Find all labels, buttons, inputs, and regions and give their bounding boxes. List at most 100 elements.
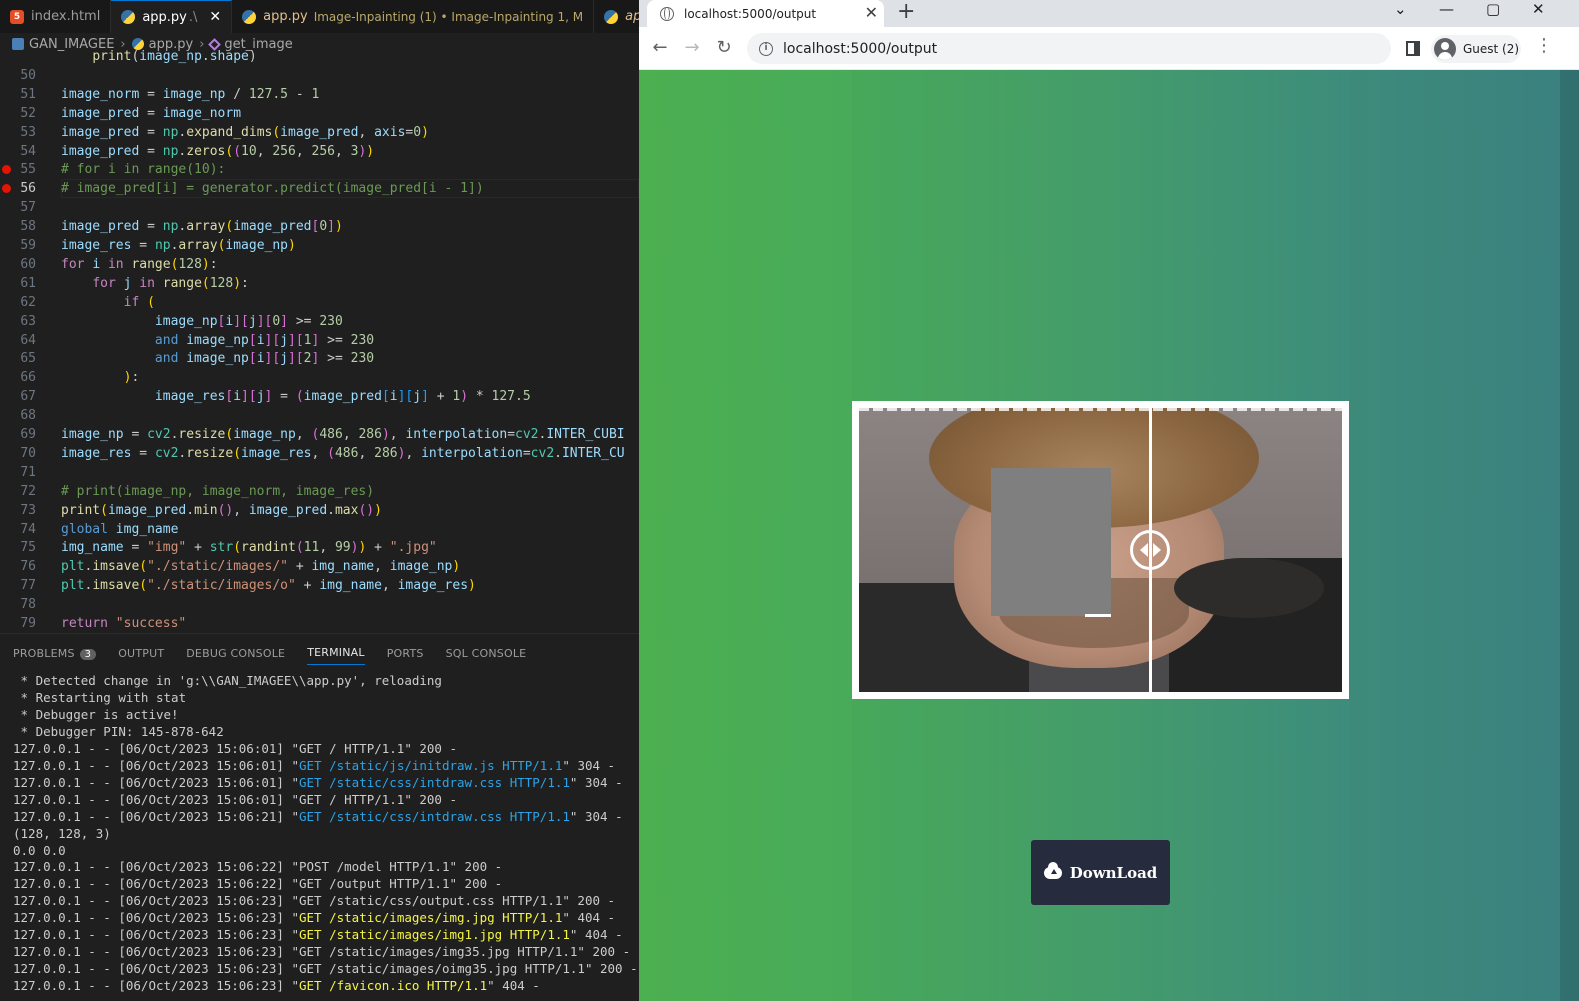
terminal-output[interactable]: * Detected change in 'g:\\GAN_IMAGEE\\ap…	[0, 672, 639, 1001]
tab-app-py-inpainting[interactable]: app.py Image-Inpainting (1) • Image-Inpa…	[232, 0, 595, 33]
close-icon[interactable]: ✕	[209, 9, 221, 25]
side-panel-icon[interactable]	[1406, 41, 1420, 56]
line-number: 53	[20, 124, 36, 140]
code-text[interactable]: return "success"	[61, 614, 186, 633]
code-text[interactable]: image_res = cv2.resize(image_res, (486, …	[61, 444, 625, 463]
tab-label: app.py	[263, 9, 308, 24]
code-text[interactable]: # image_pred[i] = generator.predict(imag…	[61, 179, 484, 198]
browser-tab[interactable]: localhost:5000/output ✕	[647, 0, 884, 27]
tab-sql-console[interactable]: SQL CONSOLE	[446, 642, 527, 665]
code-text[interactable]: image_norm = image_np / 127.5 - 1	[61, 85, 319, 104]
code-line[interactable]: 54 image_pred = np.zeros((10, 256, 256, 3…	[0, 142, 639, 161]
line-number: 55	[20, 162, 36, 178]
code-text[interactable]: ):	[61, 368, 140, 387]
code-text[interactable]: image_pred = np.expand_dims(image_pred, …	[61, 123, 429, 142]
forward-arrow-icon[interactable]: →	[681, 37, 703, 58]
code-line[interactable]: 57	[0, 198, 639, 217]
window-close-icon[interactable]: ✕	[1532, 0, 1545, 18]
info-icon[interactable]: i	[759, 41, 773, 56]
code-line[interactable]: 50	[0, 66, 639, 85]
code-line[interactable]: 67 image_res[i][j] = (image_pred[i][j] +…	[0, 387, 639, 406]
line-number: 69	[20, 427, 36, 442]
code-line[interactable]: 58 image_pred = np.array(image_pred[0])	[0, 217, 639, 236]
tab-output[interactable]: OUTPUT	[118, 642, 164, 665]
code-line[interactable]: 68	[0, 406, 639, 425]
new-tab-plus-icon[interactable]: +	[897, 0, 915, 24]
code-line[interactable]: 79 return "success"	[0, 614, 639, 633]
code-text[interactable]: if (	[61, 293, 155, 312]
tab-debug-console[interactable]: DEBUG CONSOLE	[186, 642, 285, 665]
code-line[interactable]: 63 image_np[i][j][0] >= 230	[0, 312, 639, 331]
code-line[interactable]: 56 # image_pred[i] = generator.predict(im…	[0, 179, 639, 199]
request-path-highlight: GET /static/images/img.jpg HTTP/1.1	[298, 910, 563, 926]
code-text[interactable]: and image_np[i][j][2] >= 230	[61, 349, 374, 368]
code-text[interactable]: image_pred = np.zeros((10, 256, 256, 3))	[61, 142, 374, 161]
code-line[interactable]: 53 image_pred = np.expand_dims(image_pred…	[0, 123, 639, 142]
code-line[interactable]: 73 print(image_pred.min(), image_pred.max…	[0, 501, 639, 520]
code-text[interactable]: # print(image_np, image_norm, image_res)	[61, 482, 374, 501]
code-line[interactable]: 76 plt.imsave("./static/images/" + img_na…	[0, 557, 639, 576]
profile-button[interactable]: Guest (2)	[1431, 35, 1521, 63]
tab-index-html[interactable]: 5 index.html	[0, 0, 112, 33]
code-text[interactable]: image_res = np.array(image_np)	[61, 236, 296, 255]
line-number: 79	[20, 616, 36, 631]
code-line[interactable]: 70 image_res = cv2.resize(image_res, (486…	[0, 444, 639, 463]
tab-terminal[interactable]: TERMINAL	[307, 641, 365, 665]
code-text[interactable]: image_res[i][j] = (image_pred[i][j] + 1)…	[61, 387, 531, 406]
code-line[interactable]: 55 # for i in range(10):	[0, 160, 639, 179]
code-line[interactable]: 77 plt.imsave("./static/images/o" + img_n…	[0, 576, 639, 595]
code-text[interactable]: image_np[i][j][0] >= 230	[61, 312, 343, 331]
code-line[interactable]: 62 if (	[0, 293, 639, 312]
code-text[interactable]: image_np = cv2.resize(image_np, (486, 28…	[61, 425, 625, 444]
download-button[interactable]: DownLoad	[1031, 840, 1170, 905]
code-line[interactable]: 59 image_res = np.array(image_np)	[0, 236, 639, 255]
code-line[interactable]: 60 for i in range(128):	[0, 255, 639, 274]
tab-app-py-active[interactable]: app.py .\ ✕	[111, 0, 233, 33]
code-line[interactable]: 69 image_np = cv2.resize(image_np, (486, …	[0, 425, 639, 444]
code-line[interactable]: 64 and image_np[i][j][1] >= 230	[0, 331, 639, 350]
code-text[interactable]: print(image_pred.min(), image_pred.max()…	[61, 501, 382, 520]
code-text[interactable]: for j in range(128):	[61, 274, 249, 293]
back-arrow-icon[interactable]: ←	[649, 37, 671, 58]
terminal-line: (128, 128, 3)	[13, 825, 111, 841]
code-text[interactable]: image_pred = np.array(image_pred[0])	[61, 217, 343, 236]
address-bar[interactable]: i localhost:5000/output	[747, 33, 1391, 64]
tab-app-py-preview[interactable]: app.py	[594, 0, 639, 33]
url-text[interactable]: localhost:5000/output	[783, 41, 937, 57]
code-line[interactable]: 66 ):	[0, 368, 639, 387]
code-line[interactable]: 52 image_pred = image_norm	[0, 104, 639, 123]
code-text[interactable]: plt.imsave("./static/images/" + img_name…	[61, 557, 460, 576]
code-text[interactable]: plt.imsave("./static/images/o" + img_nam…	[61, 576, 476, 595]
tab-problems[interactable]: PROBLEMS 3	[13, 642, 97, 665]
terminal-line: 127.0.0.1 - - [06/Oct/2023 15:06:21] "GE…	[13, 808, 623, 824]
tab-ports[interactable]: PORTS	[387, 642, 424, 665]
code-line[interactable]: 61 for j in range(128):	[0, 274, 639, 293]
vscode-window: 5 index.html app.py .\ ✕ app.py Image-In…	[0, 0, 639, 1001]
code-line[interactable]: print(image_np.shape)	[0, 47, 639, 66]
code-line[interactable]: 51 image_norm = image_np / 127.5 - 1	[0, 85, 639, 104]
code-line[interactable]: 72 # print(image_np, image_norm, image_re…	[0, 482, 639, 501]
reload-icon[interactable]: ↻	[713, 37, 735, 58]
code-editor[interactable]: print(image_np.shape) 50 51 image_norm = im…	[0, 47, 639, 633]
code-line[interactable]: 78	[0, 595, 639, 614]
code-line[interactable]: 74 global img_name	[0, 520, 639, 539]
more-options-icon[interactable]: ⋮	[1535, 35, 1553, 56]
tab-search-chevron-icon[interactable]: ⌄	[1394, 0, 1407, 18]
compare-handle[interactable]	[1130, 530, 1170, 570]
request-path-highlight: GET /static/images/img1.jpg HTTP/1.1	[298, 927, 570, 943]
maximize-icon[interactable]: ▢	[1486, 0, 1500, 18]
code-text[interactable]: print(image_np.shape)	[61, 47, 256, 66]
panel-divider[interactable]	[0, 633, 639, 634]
code-line[interactable]: 75 img_name = "img" + str(randint(11, 99)…	[0, 538, 639, 557]
code-text[interactable]: # for i in range(10):	[61, 160, 225, 179]
code-text[interactable]: img_name = "img" + str(randint(11, 99)) …	[61, 538, 437, 557]
code-line[interactable]: 65 and image_np[i][j][2] >= 230	[0, 349, 639, 368]
code-line[interactable]: 71	[0, 463, 639, 482]
code-text[interactable]: for i in range(128):	[61, 255, 218, 274]
close-icon[interactable]: ✕	[865, 3, 878, 22]
minimize-icon[interactable]: —	[1439, 0, 1454, 18]
image-compare-slider[interactable]	[852, 401, 1349, 699]
code-text[interactable]: global img_name	[61, 520, 178, 539]
code-text[interactable]: and image_np[i][j][1] >= 230	[61, 331, 374, 350]
code-text[interactable]: image_pred = image_norm	[61, 104, 241, 123]
